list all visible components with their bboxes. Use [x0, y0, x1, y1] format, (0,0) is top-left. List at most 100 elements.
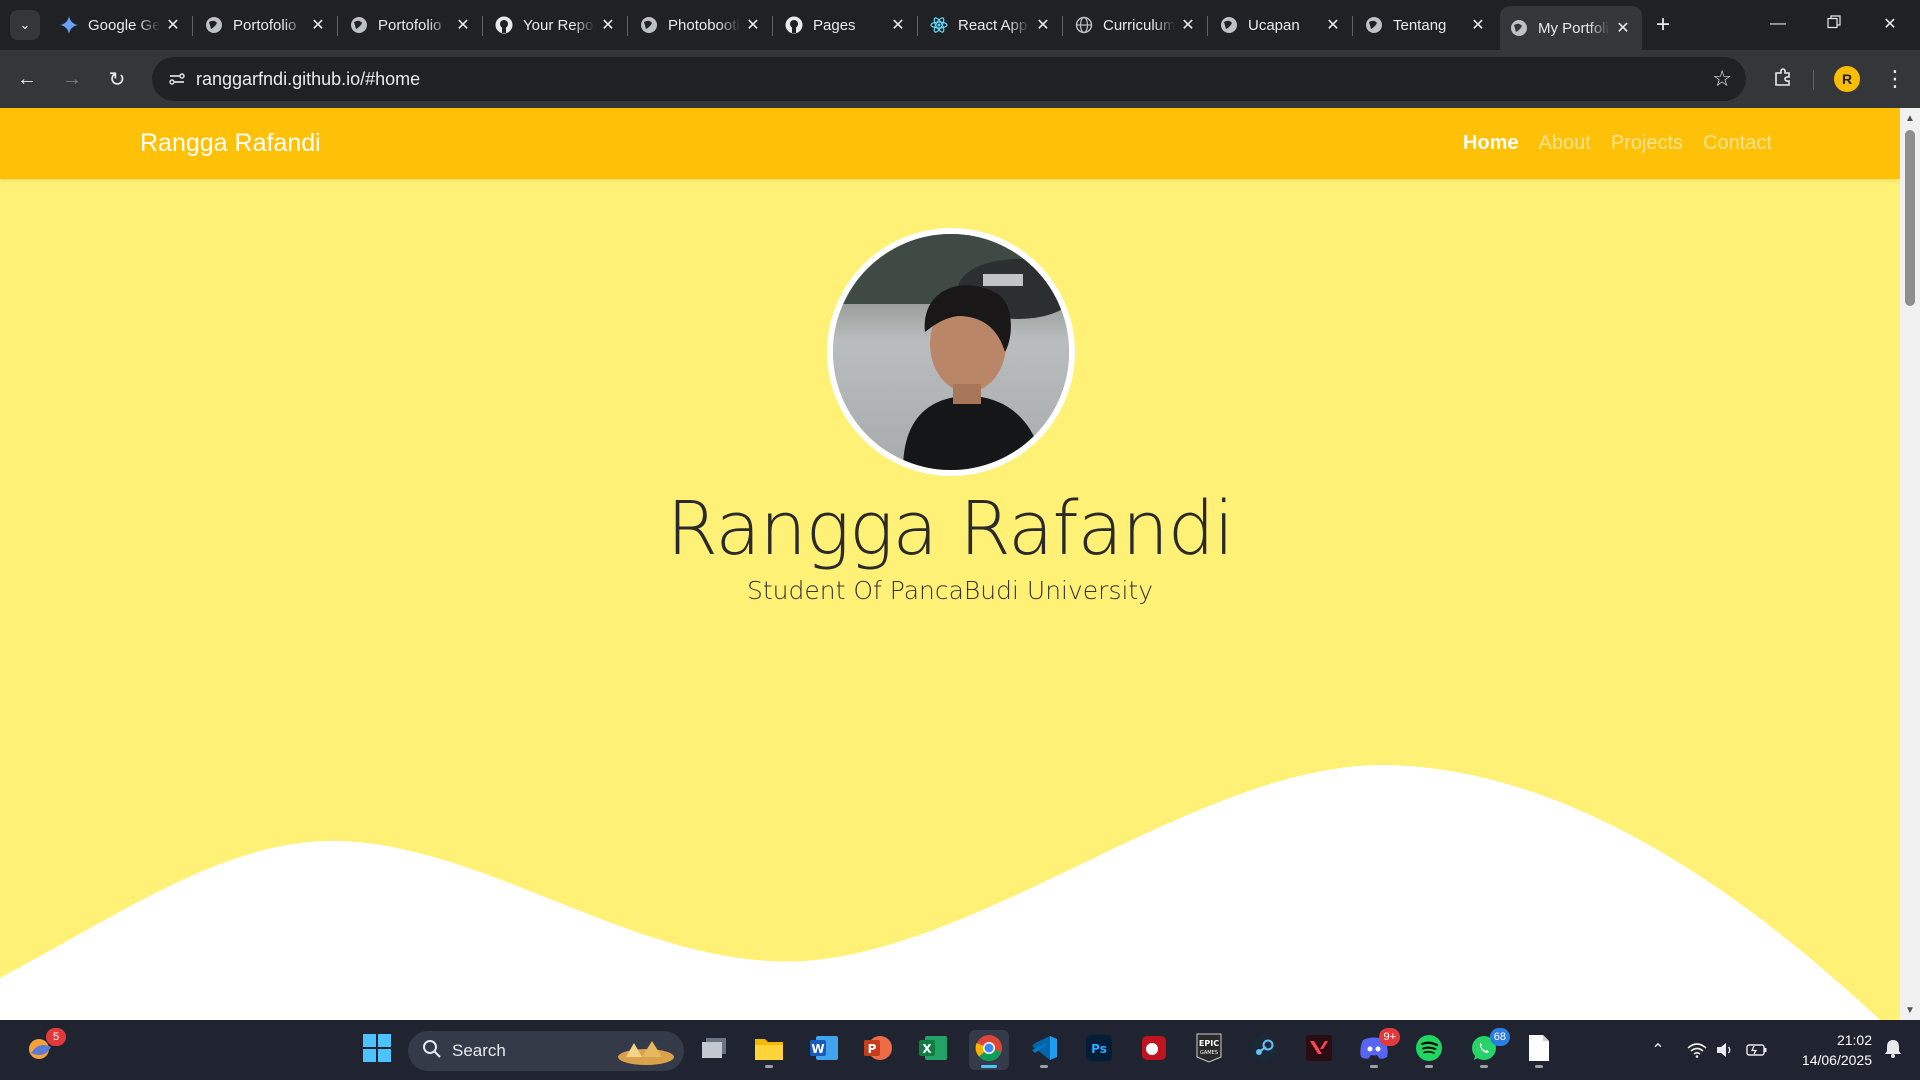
- restore-icon: [1827, 14, 1841, 34]
- notepad-button[interactable]: [1519, 1030, 1559, 1070]
- tab-react-app[interactable]: React App ✕: [920, 6, 1062, 44]
- windows-start-icon: [363, 1033, 391, 1067]
- weather-badge: 5: [46, 1028, 66, 1046]
- whatsapp-button[interactable]: 68: [1464, 1028, 1510, 1070]
- scroll-down-arrow-icon[interactable]: ▼: [1904, 1004, 1916, 1016]
- restore-button[interactable]: [1806, 0, 1862, 48]
- minimize-icon: —: [1770, 15, 1786, 32]
- scroll-up-arrow-icon[interactable]: ▲: [1904, 112, 1916, 124]
- page-viewport: Rangga Rafandi Home About Projects Conta…: [0, 108, 1900, 1020]
- photoshop-icon: Ps: [1085, 1034, 1113, 1067]
- extensions-button[interactable]: [1766, 62, 1800, 96]
- volume-icon[interactable]: [1713, 1020, 1737, 1080]
- close-icon[interactable]: ✕: [889, 16, 907, 34]
- tab-separator: [772, 16, 773, 36]
- toolbar-divider: [1813, 70, 1814, 90]
- spotify-button[interactable]: [1409, 1030, 1449, 1070]
- notifications-button[interactable]: [1878, 1020, 1908, 1080]
- github-icon: [785, 16, 803, 34]
- app-red-icon: [1140, 1034, 1168, 1067]
- back-button[interactable]: ←: [10, 62, 44, 96]
- nav-link-projects[interactable]: Projects: [1611, 132, 1683, 155]
- taskbar-search[interactable]: Search: [408, 1031, 684, 1071]
- epic-games-button[interactable]: EPIC GAMES: [1189, 1030, 1229, 1070]
- site-brand[interactable]: Rangga Rafandi: [140, 129, 321, 158]
- profile-avatar[interactable]: R: [1834, 66, 1860, 92]
- nav-link-contact[interactable]: Contact: [1703, 132, 1772, 155]
- excel-button[interactable]: X: [913, 1030, 953, 1070]
- tab-gemini[interactable]: Google Gemini ✕: [50, 6, 192, 44]
- globe-outline-icon: [1075, 16, 1093, 34]
- tab-my-portfolio[interactable]: My Portfolio ✕: [1500, 6, 1642, 50]
- task-view-button[interactable]: [694, 1030, 734, 1070]
- plus-icon: +: [1655, 11, 1670, 38]
- address-bar[interactable]: ranggarfndi.github.io/#home ☆: [152, 57, 1746, 101]
- close-icon[interactable]: ✕: [309, 16, 327, 34]
- minimize-button[interactable]: —: [1750, 0, 1806, 48]
- close-icon[interactable]: ✕: [1614, 19, 1632, 37]
- file-explorer-button[interactable]: [749, 1030, 789, 1070]
- url-text[interactable]: ranggarfndi.github.io/#home: [196, 69, 420, 90]
- windows-taskbar: 5 Search W P X Ps EPIC GAMES 9+ 68 ⌃ 21:…: [0, 1020, 1920, 1080]
- steam-button[interactable]: [1244, 1030, 1284, 1070]
- running-indicator: [765, 1065, 773, 1068]
- globe-icon: [1365, 16, 1383, 34]
- close-icon[interactable]: ✕: [1324, 16, 1342, 34]
- valorant-button[interactable]: [1299, 1030, 1339, 1070]
- reload-button[interactable]: ↻: [100, 62, 134, 96]
- search-label: Search: [452, 1041, 506, 1060]
- close-icon[interactable]: ✕: [744, 16, 762, 34]
- page-scrollbar[interactable]: ▲ ▼: [1900, 108, 1920, 1020]
- close-icon[interactable]: ✕: [1034, 16, 1052, 34]
- start-button[interactable]: [357, 1030, 397, 1070]
- site-info-icon[interactable]: [162, 64, 192, 94]
- forward-button[interactable]: →: [55, 62, 89, 96]
- svg-text:P: P: [868, 1042, 877, 1056]
- close-window-button[interactable]: ✕: [1862, 0, 1918, 48]
- spotify-icon: [1415, 1034, 1443, 1067]
- scrollbar-thumb[interactable]: [1905, 130, 1915, 306]
- close-icon[interactable]: ✕: [1179, 16, 1197, 34]
- close-icon[interactable]: ✕: [599, 16, 617, 34]
- tab-search-button[interactable]: ⌄: [10, 10, 40, 40]
- show-hidden-icons-button[interactable]: ⌃: [1644, 1020, 1672, 1080]
- close-icon[interactable]: ✕: [164, 16, 182, 34]
- close-icon: ✕: [1883, 16, 1897, 33]
- tab-portofolio-1[interactable]: Portofolio ✕: [195, 6, 337, 44]
- nav-link-home[interactable]: Home: [1463, 132, 1519, 155]
- close-icon[interactable]: ✕: [1469, 16, 1487, 34]
- globe-icon: [205, 16, 223, 34]
- weather-widget[interactable]: 5: [20, 1028, 66, 1070]
- discord-badge: 9+: [1379, 1028, 1400, 1046]
- react-icon: [930, 16, 948, 34]
- battery-icon[interactable]: [1743, 1020, 1771, 1080]
- red-app-button[interactable]: [1134, 1030, 1174, 1070]
- chrome-button[interactable]: [969, 1030, 1009, 1070]
- tab-photobooth[interactable]: Photobooth ✕: [630, 6, 772, 44]
- epic-games-icon: EPIC GAMES: [1196, 1033, 1222, 1068]
- word-button[interactable]: W: [804, 1030, 844, 1070]
- system-clock[interactable]: 21:02 14/06/2025: [1782, 1030, 1872, 1070]
- steam-icon: [1250, 1034, 1278, 1067]
- close-icon[interactable]: ✕: [454, 16, 472, 34]
- browser-menu-button[interactable]: ⋮: [1880, 62, 1910, 96]
- bookmark-star-icon[interactable]: ☆: [1712, 66, 1732, 92]
- tab-ucapan[interactable]: Ucapan ✕: [1210, 6, 1352, 44]
- tab-tentang[interactable]: Tentang ✕: [1355, 6, 1497, 44]
- globe-icon: [640, 16, 658, 34]
- tab-separator: [1352, 16, 1353, 36]
- vscode-button[interactable]: [1024, 1030, 1064, 1070]
- tab-curriculum[interactable]: Curriculum ✕: [1065, 6, 1207, 44]
- wifi-icon[interactable]: [1684, 1020, 1710, 1080]
- profile-photo: [827, 228, 1075, 476]
- nav-link-about[interactable]: About: [1539, 132, 1591, 155]
- word-icon: W: [810, 1034, 838, 1067]
- tab-portofolio-2[interactable]: Portofolio ✕: [340, 6, 482, 44]
- discord-button[interactable]: 9+: [1354, 1028, 1400, 1070]
- photoshop-button[interactable]: Ps: [1079, 1030, 1119, 1070]
- new-tab-button[interactable]: +: [1648, 10, 1678, 40]
- tab-pages[interactable]: Pages ✕: [775, 6, 917, 44]
- tab-separator: [1207, 16, 1208, 36]
- powerpoint-button[interactable]: P: [858, 1030, 898, 1070]
- tab-your-repositories[interactable]: Your Repositories ✕: [485, 6, 627, 44]
